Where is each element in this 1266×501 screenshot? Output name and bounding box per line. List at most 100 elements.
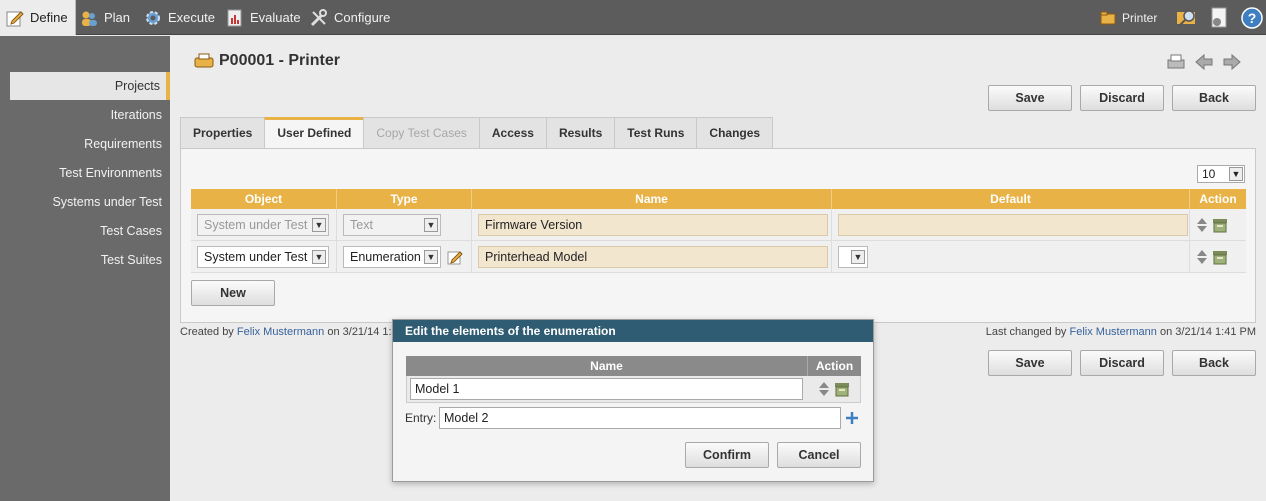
nav-define-label: Define — [30, 10, 68, 25]
printer-icon — [194, 53, 214, 68]
move-up-down-icon[interactable] — [1196, 217, 1208, 233]
chevron-down-icon: ▼ — [312, 217, 326, 232]
search-icon — [1177, 9, 1195, 26]
entry-label: Entry: — [405, 411, 437, 425]
document-button[interactable] — [1208, 0, 1232, 35]
name-field[interactable]: Firmware Version — [478, 213, 828, 236]
delete-icon[interactable] — [1212, 217, 1228, 233]
sidebar-item-test-environments[interactable]: Test Environments — [10, 159, 170, 187]
changed-info: Last changed by Felix Mustermann on 3/21… — [986, 326, 1256, 338]
nav-plan[interactable]: Plan — [80, 0, 130, 35]
project-selector[interactable]: Printer — [1100, 0, 1157, 35]
header-actions — [1166, 52, 1242, 72]
object-select: System under Test ▼ — [197, 213, 329, 236]
top-nav-bar: Define Plan Execute Evaluate Configure P… — [0, 0, 1266, 35]
type-select-value: Enumeration — [350, 249, 421, 264]
arrow-left-icon[interactable] — [1194, 52, 1214, 72]
discard-button-top[interactable]: Discard — [1080, 85, 1164, 111]
add-icon[interactable] — [845, 411, 859, 425]
page-title: P00001 - Printer — [194, 52, 340, 70]
changed-suffix: on 3/21/14 1:41 PM — [1156, 326, 1256, 338]
tab-properties[interactable]: Properties — [180, 117, 266, 148]
object-select-value: System under Test — [204, 249, 308, 264]
created-prefix: Created by — [180, 326, 237, 338]
arrow-right-icon[interactable] — [1222, 52, 1242, 72]
sidebar-item-systems-under-test[interactable]: Systems under Test — [10, 188, 170, 216]
nav-execute-label: Execute — [168, 10, 215, 25]
name-field[interactable]: Printerhead Model — [478, 245, 828, 268]
confirm-button[interactable]: Confirm — [685, 442, 769, 468]
dialog-title: Edit the elements of the enumeration — [393, 320, 873, 342]
delete-icon[interactable] — [834, 381, 850, 397]
document-gear-icon — [1211, 7, 1227, 27]
chevron-down-icon: ▼ — [424, 217, 438, 232]
created-info: Created by Felix Mustermann on 3/21/14 1… — [180, 326, 398, 338]
tab-changes[interactable]: Changes — [696, 117, 774, 148]
page-size-select[interactable]: 10 ▼ — [1197, 165, 1245, 183]
column-header-object: Object — [191, 189, 337, 209]
sidebar-item-test-cases[interactable]: Test Cases — [10, 217, 170, 245]
back-button-bottom[interactable]: Back — [1172, 350, 1256, 376]
edit-icon[interactable] — [447, 249, 463, 265]
sidebar-item-projects[interactable]: Projects — [10, 72, 170, 100]
chevron-down-icon: ▼ — [424, 249, 438, 264]
tab-access[interactable]: Access — [478, 117, 547, 148]
column-header-action: Action — [1199, 192, 1237, 206]
help-button[interactable]: ? — [1240, 0, 1264, 35]
cancel-button[interactable]: Cancel — [777, 442, 861, 468]
tab-bar: Properties User Defined Copy Test Cases … — [180, 117, 774, 148]
sidebar-item-test-suites[interactable]: Test Suites — [10, 246, 170, 274]
object-select[interactable]: System under Test ▼ — [197, 245, 329, 268]
changed-prefix: Last changed by — [985, 326, 1070, 338]
created-user-link[interactable]: Felix Mustermann — [237, 326, 324, 338]
entry-input[interactable]: Model 2 — [439, 407, 841, 429]
table-row: System under Test ▼ Enumeration ▼ Printe… — [191, 240, 1246, 273]
svg-text:?: ? — [1248, 10, 1257, 26]
created-suffix: on 3/21/14 1:4 — [324, 326, 398, 338]
nav-define[interactable]: Define — [0, 0, 76, 35]
save-button-bottom[interactable]: Save — [988, 350, 1072, 376]
tab-user-defined[interactable]: User Defined — [264, 117, 365, 148]
row-actions — [1196, 249, 1228, 265]
nav-evaluate-label: Evaluate — [250, 10, 301, 25]
sidebar: Projects Iterations Requirements Test En… — [0, 36, 170, 501]
enumeration-name-input[interactable]: Model 1 — [410, 378, 803, 400]
type-select: Text ▼ — [343, 213, 441, 236]
new-button[interactable]: New — [191, 280, 275, 306]
column-header-name: Name — [472, 189, 832, 209]
enumeration-table: Name Action Model 1 — [406, 356, 861, 403]
chevron-down-icon: ▼ — [1229, 167, 1243, 181]
default-select[interactable]: ▼ — [838, 245, 868, 268]
nav-evaluate[interactable]: Evaluate — [226, 0, 301, 35]
tools-icon — [310, 8, 327, 26]
object-select-value: System under Test — [204, 217, 308, 232]
search-button[interactable] — [1175, 0, 1199, 35]
enumeration-dialog: Edit the elements of the enumeration Nam… — [392, 319, 874, 482]
changed-user-link[interactable]: Felix Mustermann — [1070, 326, 1157, 338]
sidebar-item-requirements[interactable]: Requirements — [10, 130, 170, 158]
move-up-down-icon[interactable] — [818, 381, 830, 397]
type-select[interactable]: Enumeration ▼ — [343, 245, 441, 268]
table-header: Object Type Name Default Action — [191, 189, 1246, 209]
sidebar-item-iterations[interactable]: Iterations — [10, 101, 170, 129]
save-button-top[interactable]: Save — [988, 85, 1072, 111]
discard-button-bottom[interactable]: Discard — [1080, 350, 1164, 376]
default-field[interactable] — [838, 213, 1188, 236]
column-header-action: Action — [815, 359, 854, 373]
column-header-default: Default — [832, 189, 1190, 209]
nav-configure[interactable]: Configure — [310, 0, 390, 35]
move-up-down-icon[interactable] — [1196, 249, 1208, 265]
delete-icon[interactable] — [1212, 249, 1228, 265]
tab-test-runs[interactable]: Test Runs — [614, 117, 698, 148]
print-icon[interactable] — [1166, 52, 1186, 72]
user-fields-table: Object Type Name Default Action System u… — [191, 189, 1246, 273]
back-button-top[interactable]: Back — [1172, 85, 1256, 111]
folder-icon — [1100, 11, 1116, 24]
pencil-icon — [6, 10, 24, 26]
user-defined-panel: 10 ▼ Object Type Name Default Action Sys… — [180, 148, 1256, 323]
table-row: System under Test ▼ Text ▼ Firmware Vers… — [191, 208, 1246, 241]
people-icon — [82, 11, 97, 26]
tab-results[interactable]: Results — [545, 117, 616, 148]
nav-execute[interactable]: Execute — [144, 0, 215, 35]
chevron-down-icon: ▼ — [312, 249, 326, 264]
